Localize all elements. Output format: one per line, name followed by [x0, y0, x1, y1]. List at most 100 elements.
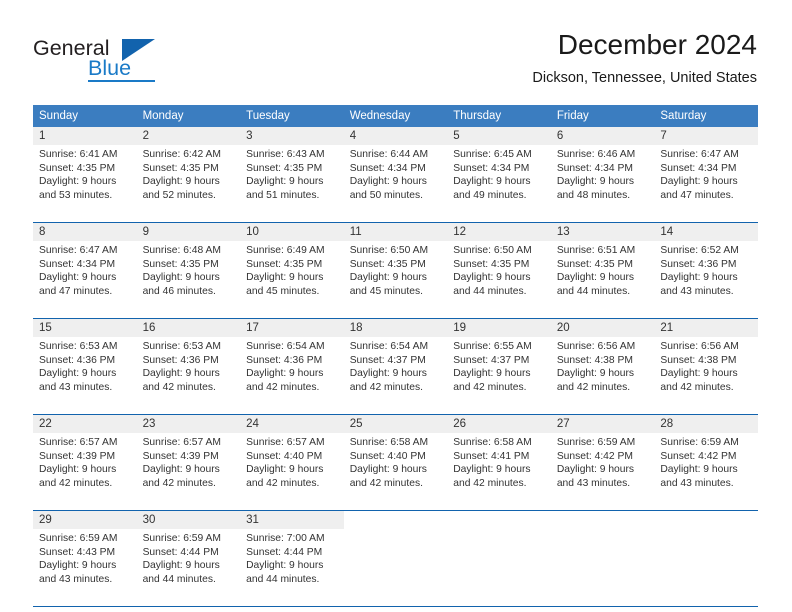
calendar-day-cell[interactable]: 26 Sunrise: 6:58 AM Sunset: 4:41 PM Dayligh…: [447, 415, 551, 504]
calendar-day-cell: [551, 511, 655, 600]
day-sunrise-text: Sunrise: 6:59 AM: [39, 533, 118, 544]
calendar-day-cell[interactable]: 23 Sunrise: 6:57 AM Sunset: 4:39 PM Dayligh…: [136, 415, 241, 504]
calendar-day-cell[interactable]: 5 Sunrise: 6:45 AM Sunset: 4:34 PM Daylight…: [447, 127, 551, 216]
day-sunrise-text: Sunrise: 6:58 AM: [349, 437, 429, 448]
calendar-day-cell[interactable]: 28 Sunrise: 6:59 AM Sunset: 4:42 PM Dayligh…: [654, 415, 758, 504]
calendar-week-row: 22 Sunrise: 6:57 AM Sunset: 4:39 PM Dayligh…: [33, 415, 758, 504]
calendar-day-cell[interactable]: 21 Sunrise: 6:56 AM Sunset: 4:38 PM Dayligh…: [654, 319, 758, 408]
day-sunset-text: Sunset: 4:36 PM: [39, 354, 116, 366]
day-number: 8: [33, 223, 137, 241]
calendar-day-cell[interactable]: 11 Sunrise: 6:50 AM Sunset: 4:35 PM Dayligh…: [343, 223, 448, 312]
general-blue-logo[interactable]: General Blue: [33, 36, 213, 86]
day-sunset-text: Sunset: 4:34 PM: [660, 162, 737, 174]
calendar-day-cell[interactable]: 6 Sunrise: 6:46 AM Sunset: 4:34 PM Daylight…: [550, 127, 655, 216]
calendar-week-row: 1 Sunrise: 6:41 AM Sunset: 4:35 PM Daylight…: [33, 127, 758, 216]
day-sunset-text: Sunset: 4:41 PM: [453, 450, 530, 462]
day-number: 24: [240, 415, 344, 433]
day-sun-info: Sunrise: 6:56 AM Sunset: 4:38 PM Daylight:…: [654, 337, 758, 394]
day-cell-inner: 13 Sunrise: 6:51 AM Sunset: 4:35 PM Dayligh…: [550, 223, 655, 312]
day-number: 31: [240, 511, 344, 529]
calendar-week-row: 29 Sunrise: 6:59 AM Sunset: 4:43 PM Dayligh…: [33, 511, 758, 600]
calendar-day-cell[interactable]: 3 Sunrise: 6:43 AM Sunset: 4:35 PM Daylight…: [240, 127, 344, 216]
day-sunrise-text: Sunrise: 6:41 AM: [39, 149, 118, 160]
calendar-day-cell[interactable]: 14 Sunrise: 6:52 AM Sunset: 4:36 PM Dayligh…: [654, 223, 758, 312]
calendar-day-cell[interactable]: 4 Sunrise: 6:44 AM Sunset: 4:34 PM Daylight…: [343, 127, 448, 216]
day-sun-info: Sunrise: 6:49 AM Sunset: 4:35 PM Daylight:…: [240, 241, 344, 298]
day-sunrise-text: Sunrise: 6:42 AM: [142, 149, 221, 160]
day-number: 15: [33, 319, 137, 337]
day-sun-info: Sunrise: 6:42 AM Sunset: 4:35 PM Daylight:…: [137, 145, 241, 202]
calendar-body: 1 Sunrise: 6:41 AM Sunset: 4:35 PM Daylight…: [33, 127, 758, 607]
day-number: 12: [447, 223, 551, 241]
day-cell-inner: 6 Sunrise: 6:46 AM Sunset: 4:34 PM Daylight…: [550, 127, 655, 216]
day-daylight2-text: and 42 minutes.: [142, 381, 216, 393]
day-sun-info: [344, 529, 448, 532]
day-daylight2-text: and 47 minutes.: [660, 189, 734, 201]
day-sunrise-text: Sunrise: 6:51 AM: [556, 245, 636, 256]
day-cell-inner: 21 Sunrise: 6:56 AM Sunset: 4:38 PM Dayligh…: [654, 319, 758, 408]
day-cell-inner: 19 Sunrise: 6:55 AM Sunset: 4:37 PM Dayligh…: [447, 319, 551, 408]
day-sunset-text: Sunset: 4:35 PM: [246, 258, 323, 270]
day-sunset-text: Sunset: 4:34 PM: [349, 162, 426, 174]
day-sunset-text: Sunset: 4:35 PM: [142, 162, 219, 174]
calendar-day-cell[interactable]: 19 Sunrise: 6:55 AM Sunset: 4:37 PM Dayligh…: [447, 319, 551, 408]
day-daylight1-text: Daylight: 9 hours: [349, 272, 427, 283]
day-daylight1-text: Daylight: 9 hours: [246, 176, 324, 187]
calendar-day-cell[interactable]: 13 Sunrise: 6:51 AM Sunset: 4:35 PM Dayligh…: [550, 223, 655, 312]
day-sunset-text: Sunset: 4:40 PM: [246, 450, 323, 462]
day-sun-info: Sunrise: 6:44 AM Sunset: 4:34 PM Daylight:…: [344, 145, 448, 202]
day-sunset-text: Sunset: 4:39 PM: [39, 450, 116, 462]
day-sunrise-text: Sunrise: 6:46 AM: [556, 149, 636, 160]
day-daylight2-text: and 44 minutes.: [246, 573, 320, 585]
day-sun-info: Sunrise: 6:50 AM Sunset: 4:35 PM Daylight:…: [344, 241, 448, 298]
weekday-header-friday: Friday: [550, 105, 655, 127]
calendar-day-cell[interactable]: 8 Sunrise: 6:47 AM Sunset: 4:34 PM Daylight…: [33, 223, 137, 312]
day-sunrise-text: Sunrise: 6:47 AM: [660, 149, 739, 160]
day-sunset-text: Sunset: 4:36 PM: [142, 354, 219, 366]
calendar-day-cell[interactable]: 9 Sunrise: 6:48 AM Sunset: 4:35 PM Daylight…: [136, 223, 241, 312]
day-sun-info: Sunrise: 6:59 AM Sunset: 4:44 PM Daylight:…: [137, 529, 241, 586]
day-sun-info: [447, 529, 551, 532]
weekday-header-saturday: Saturday: [654, 105, 758, 127]
day-sunrise-text: Sunrise: 6:52 AM: [660, 245, 739, 256]
calendar-day-cell[interactable]: 10 Sunrise: 6:49 AM Sunset: 4:35 PM Dayligh…: [240, 223, 344, 312]
calendar-day-cell[interactable]: 12 Sunrise: 6:50 AM Sunset: 4:35 PM Dayligh…: [447, 223, 551, 312]
calendar-day-cell[interactable]: 29 Sunrise: 6:59 AM Sunset: 4:43 PM Dayligh…: [33, 511, 137, 600]
day-daylight2-text: and 42 minutes.: [246, 477, 320, 489]
day-sunrise-text: Sunrise: 6:56 AM: [556, 341, 636, 352]
day-sunset-text: Sunset: 4:35 PM: [142, 258, 219, 270]
day-sunrise-text: Sunrise: 6:49 AM: [246, 245, 325, 256]
calendar-day-cell[interactable]: 7 Sunrise: 6:47 AM Sunset: 4:34 PM Daylight…: [654, 127, 758, 216]
calendar-day-cell[interactable]: 27 Sunrise: 6:59 AM Sunset: 4:42 PM Dayligh…: [550, 415, 655, 504]
day-number: 26: [447, 415, 551, 433]
day-daylight1-text: Daylight: 9 hours: [39, 464, 117, 475]
day-cell-inner: [654, 511, 758, 600]
calendar-day-cell[interactable]: 22 Sunrise: 6:57 AM Sunset: 4:39 PM Dayligh…: [33, 415, 137, 504]
day-daylight2-text: and 50 minutes.: [349, 189, 423, 201]
day-daylight1-text: Daylight: 9 hours: [246, 368, 324, 379]
day-sun-info: Sunrise: 6:58 AM Sunset: 4:41 PM Daylight:…: [447, 433, 551, 490]
calendar-day-cell[interactable]: 18 Sunrise: 6:54 AM Sunset: 4:37 PM Dayligh…: [343, 319, 448, 408]
calendar-day-cell[interactable]: 30 Sunrise: 6:59 AM Sunset: 4:44 PM Dayligh…: [136, 511, 241, 600]
calendar-day-cell: [654, 511, 758, 600]
calendar-day-cell[interactable]: 20 Sunrise: 6:56 AM Sunset: 4:38 PM Dayligh…: [550, 319, 655, 408]
calendar-day-cell[interactable]: 16 Sunrise: 6:53 AM Sunset: 4:36 PM Dayligh…: [136, 319, 241, 408]
day-daylight1-text: Daylight: 9 hours: [142, 560, 220, 571]
day-number: 25: [343, 415, 448, 433]
calendar-day-cell[interactable]: 31 Sunrise: 7:00 AM Sunset: 4:44 PM Dayligh…: [240, 511, 344, 600]
calendar-day-cell[interactable]: 17 Sunrise: 6:54 AM Sunset: 4:36 PM Dayligh…: [240, 319, 344, 408]
day-sunset-text: Sunset: 4:35 PM: [39, 162, 116, 174]
day-number: 2: [136, 127, 241, 145]
calendar-day-cell[interactable]: 2 Sunrise: 6:42 AM Sunset: 4:35 PM Daylight…: [136, 127, 241, 216]
calendar-day-cell[interactable]: 15 Sunrise: 6:53 AM Sunset: 4:36 PM Dayligh…: [33, 319, 137, 408]
calendar-day-cell[interactable]: 25 Sunrise: 6:58 AM Sunset: 4:40 PM Dayligh…: [343, 415, 448, 504]
calendar-day-cell[interactable]: 1 Sunrise: 6:41 AM Sunset: 4:35 PM Daylight…: [33, 127, 137, 216]
day-daylight2-text: and 44 minutes.: [556, 285, 631, 297]
day-sunset-text: Sunset: 4:40 PM: [349, 450, 426, 462]
day-number: 18: [343, 319, 448, 337]
day-sun-info: Sunrise: 6:59 AM Sunset: 4:42 PM Daylight:…: [551, 433, 655, 490]
day-daylight1-text: Daylight: 9 hours: [453, 272, 531, 283]
day-sun-info: Sunrise: 6:57 AM Sunset: 4:40 PM Daylight:…: [240, 433, 344, 490]
calendar-day-cell[interactable]: 24 Sunrise: 6:57 AM Sunset: 4:40 PM Dayligh…: [240, 415, 344, 504]
day-cell-inner: 17 Sunrise: 6:54 AM Sunset: 4:36 PM Dayligh…: [240, 319, 344, 408]
